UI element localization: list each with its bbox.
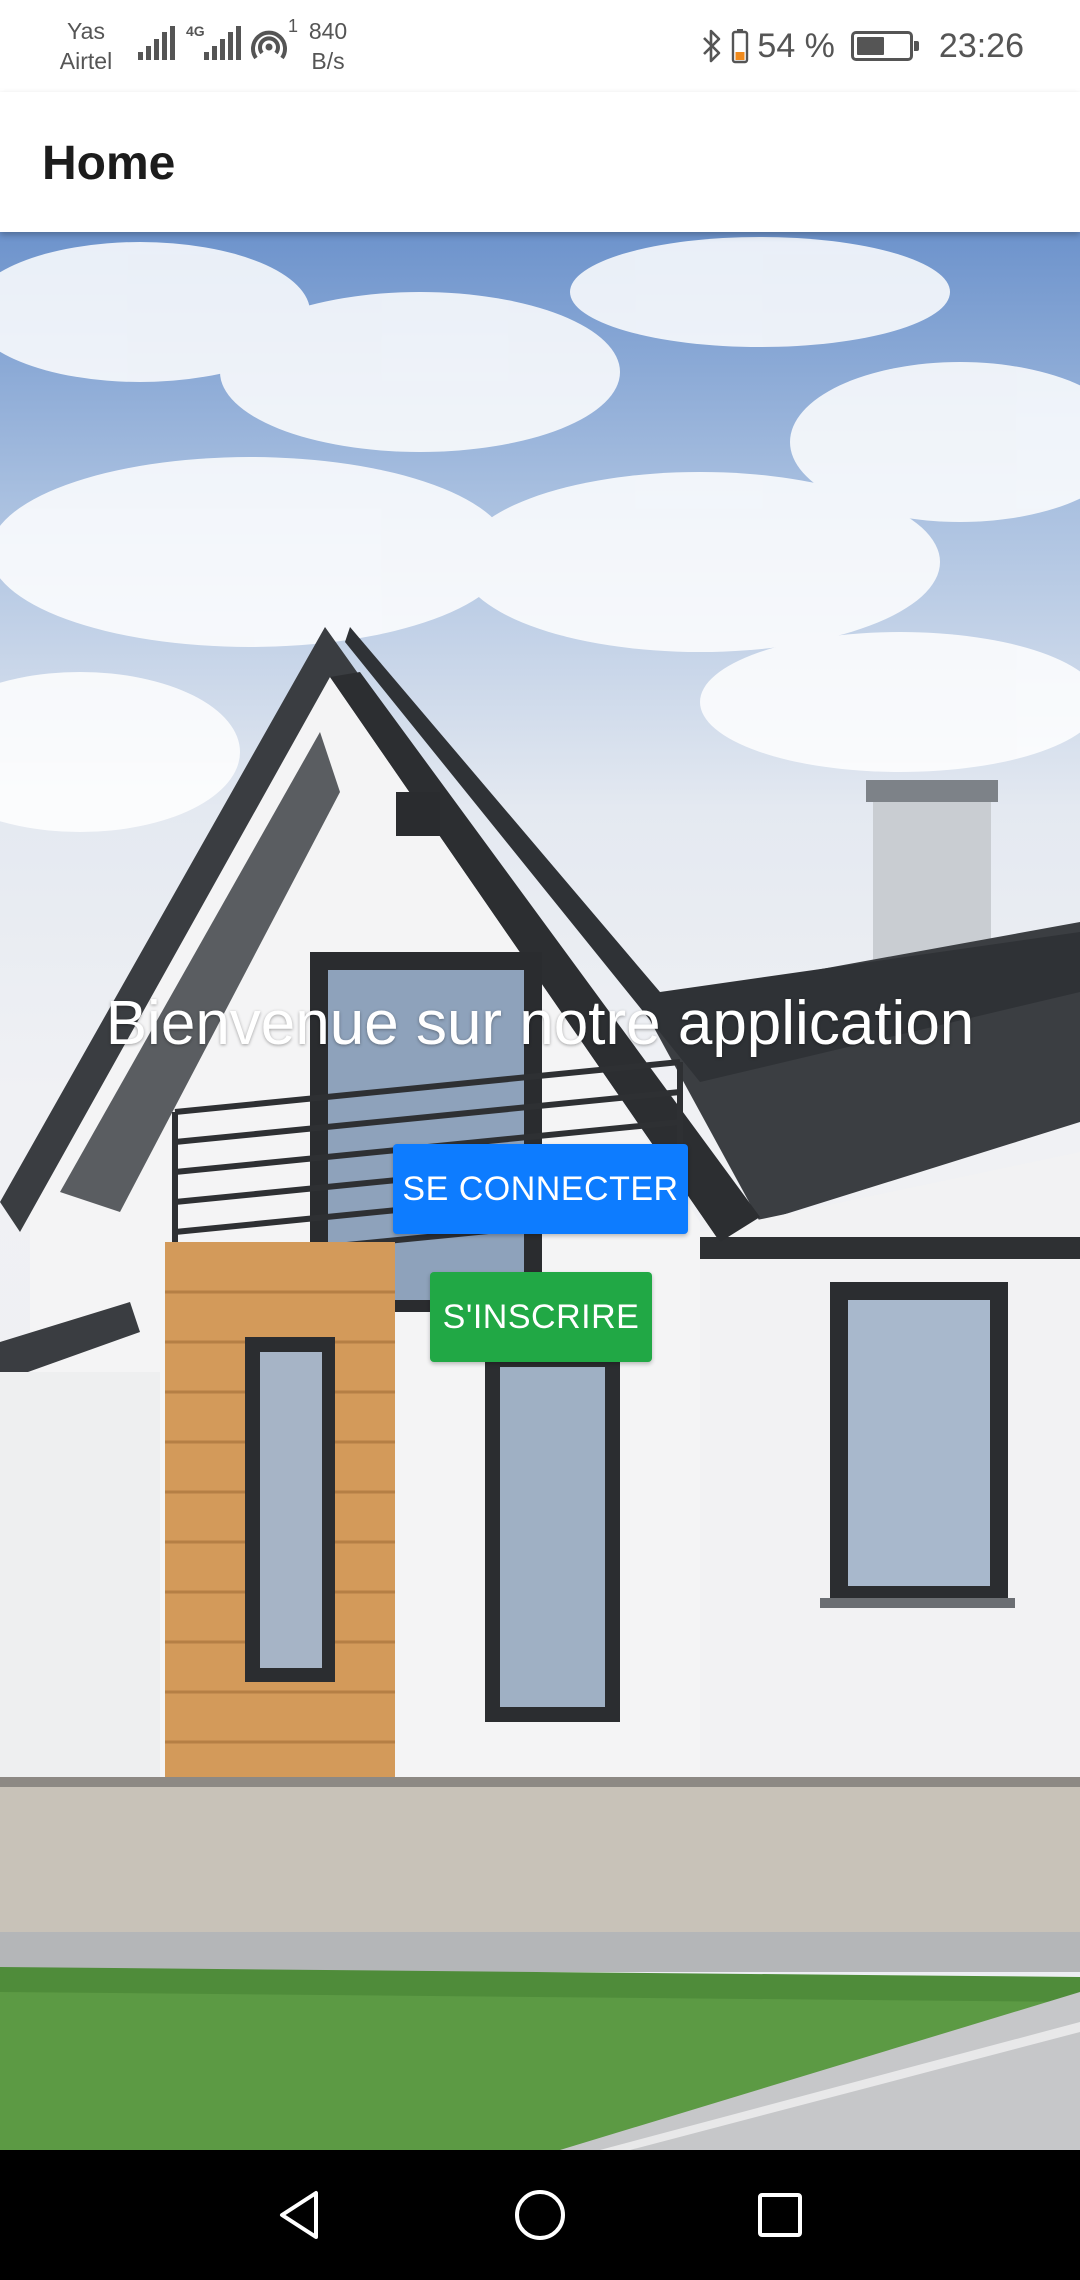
navigation-bar: [0, 2150, 1080, 2280]
hero-background-image: Bienvenue sur notre application SE CONNE…: [0, 232, 1080, 2150]
signal-4g-icon: [204, 26, 241, 60]
network-speed: 840 B/s: [300, 16, 356, 76]
battery-charging-icon: [732, 29, 749, 64]
app-bar: Home: [0, 92, 1080, 232]
battery-icon: [850, 31, 919, 61]
network-speed-unit: B/s: [311, 48, 345, 74]
carrier-line-2: Airtel: [59, 48, 113, 74]
recents-icon[interactable]: [750, 2185, 810, 2245]
welcome-heading: Bienvenue sur notre application: [105, 989, 975, 1058]
hotspot-icon: [251, 30, 287, 60]
bluetooth-icon: [703, 29, 721, 63]
status-bar: Yas Airtel 4G 1 840 B/s 54 % 23:26: [0, 0, 1080, 92]
carrier-line-1: Yas: [67, 18, 105, 44]
hotspot-count: 1: [288, 16, 299, 36]
carrier-name: Yas Airtel: [48, 16, 124, 76]
back-icon[interactable]: [270, 2185, 330, 2245]
home-icon[interactable]: [510, 2185, 570, 2245]
signup-button[interactable]: S'INSCRIRE: [430, 1272, 652, 1362]
battery-fill: [856, 37, 884, 55]
clock: 23:26: [938, 26, 1024, 65]
signal-icon: [138, 26, 175, 60]
page-title: Home: [42, 137, 176, 190]
login-button[interactable]: SE CONNECTER: [393, 1144, 688, 1234]
network-speed-value: 840: [308, 18, 348, 44]
status-right-group: 54 % 23:26: [701, 24, 1024, 68]
battery-percent: 54 %: [757, 26, 835, 65]
